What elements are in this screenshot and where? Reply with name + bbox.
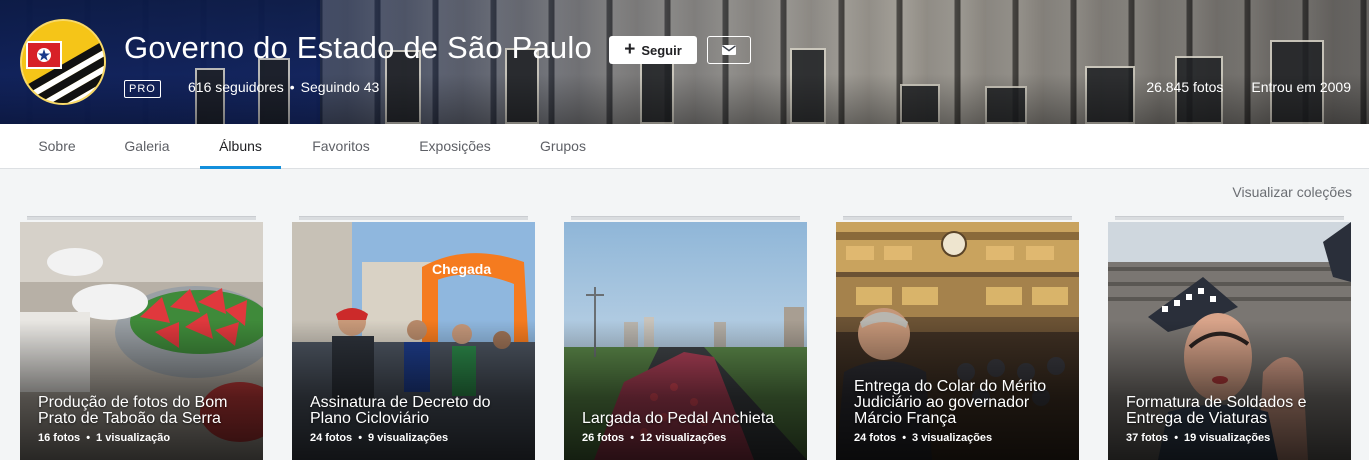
photo-count: 26.845 fotos: [1146, 79, 1224, 95]
album-title: Largada do Pedal Anchieta: [582, 410, 775, 427]
album-meta: 16 fotos • 1 visualização: [38, 432, 253, 444]
separator: •: [86, 432, 91, 444]
separator: •: [1174, 432, 1179, 444]
follow-button-label: Seguir: [641, 42, 682, 58]
followers-count[interactable]: 616 seguidores: [188, 79, 284, 95]
separator: •: [358, 432, 363, 444]
separator: •: [902, 432, 907, 444]
album-view-count: 9 visualizações: [368, 432, 449, 444]
album-meta: 24 fotos • 3 visualizações: [854, 432, 1069, 444]
profile-avatar[interactable]: [20, 19, 106, 105]
view-collections-link[interactable]: Visualizar coleções: [1232, 184, 1352, 200]
profile-stats: 26.845 fotos Entrou em 2009: [1146, 79, 1351, 95]
tab-groups[interactable]: Grupos: [539, 124, 587, 169]
mail-icon: [722, 45, 736, 55]
message-button[interactable]: [707, 36, 751, 64]
album-photo-count: 26 fotos: [582, 432, 625, 444]
following-count[interactable]: Seguindo 43: [301, 79, 380, 95]
album-view-count: 3 visualizações: [912, 432, 993, 444]
plus-icon: +: [624, 38, 636, 60]
separator: •: [630, 432, 635, 444]
profile-tabs: Sobre Galeria Álbuns Favoritos Exposiçõe…: [0, 124, 1369, 169]
album-view-count: 1 visualização: [96, 432, 171, 444]
tab-gallery[interactable]: Galeria: [124, 124, 170, 169]
album-title: Produção de fotos do Bom Prato de Taboão…: [38, 394, 228, 427]
tab-exhibitions[interactable]: Exposições: [418, 124, 492, 169]
album-meta: 26 fotos • 12 visualizações: [582, 432, 797, 444]
album-photo-count: 24 fotos: [310, 432, 353, 444]
album-meta: 24 fotos • 9 visualizações: [310, 432, 525, 444]
album-card[interactable]: Produção de fotos do Bom Prato de Taboão…: [20, 222, 263, 460]
tab-about[interactable]: Sobre: [37, 124, 77, 169]
album-title: Entrega do Colar do Mérito Judiciário ao…: [854, 378, 1047, 427]
album-photo-count: 24 fotos: [854, 432, 897, 444]
album-view-count: 12 visualizações: [640, 432, 727, 444]
pro-badge: PRO: [124, 80, 161, 98]
tab-favorites[interactable]: Favoritos: [311, 124, 371, 169]
profile-cover: Governo do Estado de São Paulo + Seguir …: [0, 0, 1369, 124]
album-view-count: 19 visualizações: [1184, 432, 1271, 444]
album-card[interactable]: Entrega do Colar do Mérito Judiciário ao…: [836, 222, 1079, 460]
tab-albums[interactable]: Álbuns: [200, 124, 281, 169]
sao-paulo-flag-logo-icon: [22, 21, 104, 103]
album-meta: 37 fotos • 19 visualizações: [1126, 432, 1341, 444]
album-title: Assinatura de Decreto do Plano Cicloviár…: [310, 394, 491, 427]
follow-button[interactable]: + Seguir: [609, 36, 697, 64]
album-card[interactable]: Formatura de Soldados e Entrega de Viatu…: [1108, 222, 1351, 460]
album-photo-count: 37 fotos: [1126, 432, 1169, 444]
album-card[interactable]: Largada do Pedal Anchieta 26 fotos • 12 vi…: [564, 222, 807, 460]
separator: •: [289, 79, 295, 95]
profile-name: Governo do Estado de São Paulo: [124, 30, 592, 65]
album-card[interactable]: Chegada Assinatura de Decreto do Plano C…: [292, 222, 535, 460]
album-photo-count: 16 fotos: [38, 432, 81, 444]
follow-stats: 616 seguidores • Seguindo 43: [188, 79, 379, 95]
album-title: Formatura de Soldados e Entrega de Viatu…: [1126, 394, 1307, 427]
joined-date: Entrou em 2009: [1251, 79, 1351, 95]
chegada-sign: Chegada: [432, 261, 491, 277]
